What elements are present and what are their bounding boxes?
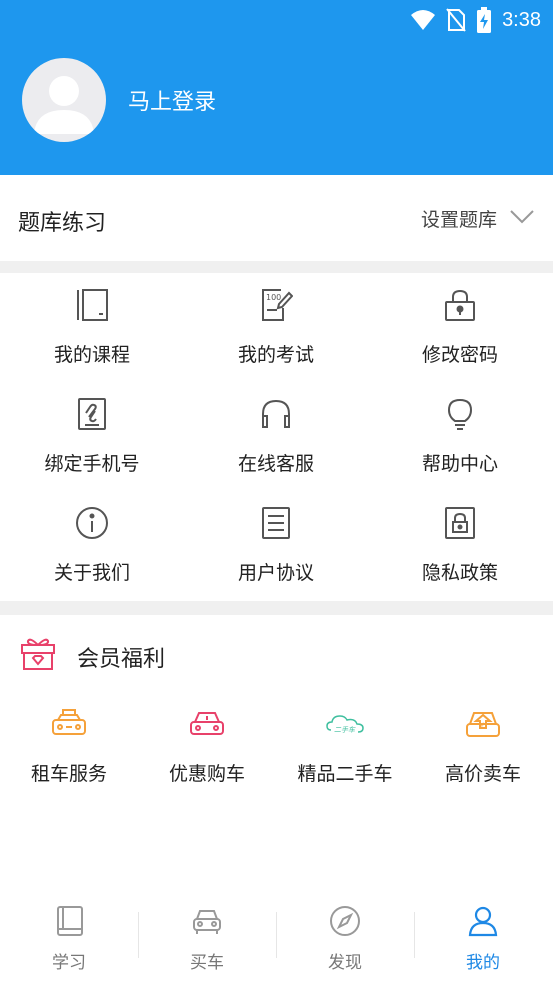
menu-item-label: 用户协议 xyxy=(237,562,314,584)
tab-learn[interactable]: 学习 xyxy=(0,890,138,983)
menu-item-change-password[interactable]: 修改密码 xyxy=(368,273,552,382)
tab-label: 我的 xyxy=(466,953,500,973)
benefit-used-cars[interactable]: 二手车 精品二手车 xyxy=(276,695,414,795)
member-benefits-title: 会员福利 xyxy=(77,647,166,672)
question-bank-row[interactable]: 题库练习 设置题库 xyxy=(0,175,553,261)
no-sim-icon xyxy=(446,8,466,32)
svg-text:¥: ¥ xyxy=(480,722,484,729)
headset-icon xyxy=(258,396,294,432)
benefit-label: 优惠购车 xyxy=(168,763,245,785)
lock-icon xyxy=(442,287,478,323)
svg-text:二手车: 二手车 xyxy=(334,726,356,734)
car-front-icon xyxy=(190,904,224,938)
phone-link-icon xyxy=(74,396,110,432)
benefit-label: 租车服务 xyxy=(30,763,107,785)
lightbulb-icon xyxy=(442,396,478,432)
compass-icon xyxy=(328,904,362,938)
document-icon xyxy=(258,505,294,541)
menu-item-bind-phone[interactable]: 绑定手机号 xyxy=(0,382,184,491)
menu-item-user-agreement[interactable]: 用户协议 xyxy=(184,491,368,600)
menu-item-label: 隐私政策 xyxy=(421,562,498,584)
used-car-cloud-icon: 二手车 xyxy=(325,707,365,741)
tab-label: 发现 xyxy=(328,953,362,973)
benefit-sell-car[interactable]: ¥ 高价卖车 xyxy=(414,695,552,795)
bottom-tab-bar: 学习 买车 发现 我的 xyxy=(0,890,553,983)
person-icon xyxy=(466,904,500,938)
clock: 3:38 xyxy=(502,8,541,31)
gift-icon xyxy=(20,637,56,675)
profile-header: 3:38 马上登录 xyxy=(0,0,553,175)
menu-item-label: 我的考试 xyxy=(237,344,314,366)
tab-discover[interactable]: 发现 xyxy=(276,890,414,983)
menu-item-label: 帮助中心 xyxy=(421,453,498,475)
menu-item-help-center[interactable]: 帮助中心 xyxy=(368,382,552,491)
chevron-down-icon xyxy=(509,208,535,230)
menu-item-label: 绑定手机号 xyxy=(44,453,140,475)
menu-item-about-us[interactable]: 关于我们 xyxy=(0,491,184,600)
book-icon xyxy=(52,904,86,938)
avatar[interactable] xyxy=(22,58,106,142)
battery-charging-icon xyxy=(476,7,492,33)
tab-mine[interactable]: 我的 xyxy=(414,890,552,983)
wifi-icon xyxy=(410,9,436,31)
question-bank-title: 题库练习 xyxy=(18,211,107,236)
member-benefits-header: 会员福利 xyxy=(0,615,553,695)
status-bar: 3:38 xyxy=(410,6,541,34)
login-link[interactable]: 马上登录 xyxy=(128,84,216,116)
menu-item-my-courses[interactable]: 我的课程 xyxy=(0,273,184,382)
section-divider xyxy=(0,601,553,615)
svg-text:100: 100 xyxy=(266,293,281,302)
exam-paper-icon: 100 xyxy=(258,287,294,323)
car-icon xyxy=(187,707,227,741)
menu-grid: 我的课程 100 我的考试 修改密码 绑定手机号 在线客服 帮助中心 关于我们 … xyxy=(0,273,553,601)
tab-buy-car[interactable]: 买车 xyxy=(138,890,276,983)
taxi-icon xyxy=(49,707,89,741)
menu-item-label: 修改密码 xyxy=(421,344,498,366)
menu-item-my-exams[interactable]: 100 我的考试 xyxy=(184,273,368,382)
tab-label: 买车 xyxy=(190,953,224,973)
set-question-bank-button[interactable]: 设置题库 xyxy=(421,205,535,232)
benefit-label: 精品二手车 xyxy=(297,763,393,785)
course-book-icon xyxy=(74,287,110,323)
set-question-bank-label: 设置题库 xyxy=(420,209,497,231)
menu-item-online-service[interactable]: 在线客服 xyxy=(184,382,368,491)
tab-label: 学习 xyxy=(52,953,86,973)
menu-item-label: 关于我们 xyxy=(53,562,130,584)
menu-item-privacy-policy[interactable]: 隐私政策 xyxy=(368,491,552,600)
menu-item-label: 我的课程 xyxy=(53,344,130,366)
sell-car-icon: ¥ xyxy=(463,707,503,741)
menu-item-label: 在线客服 xyxy=(237,453,314,475)
benefit-car-rental[interactable]: 租车服务 xyxy=(0,695,138,795)
info-icon xyxy=(74,505,110,541)
privacy-lock-icon xyxy=(442,505,478,541)
member-benefits-list: 租车服务 优惠购车 二手车 精品二手车 ¥ 高价卖车 xyxy=(0,695,553,805)
section-divider xyxy=(0,261,553,273)
benefit-discount-purchase[interactable]: 优惠购车 xyxy=(138,695,276,795)
benefit-label: 高价卖车 xyxy=(444,763,521,785)
